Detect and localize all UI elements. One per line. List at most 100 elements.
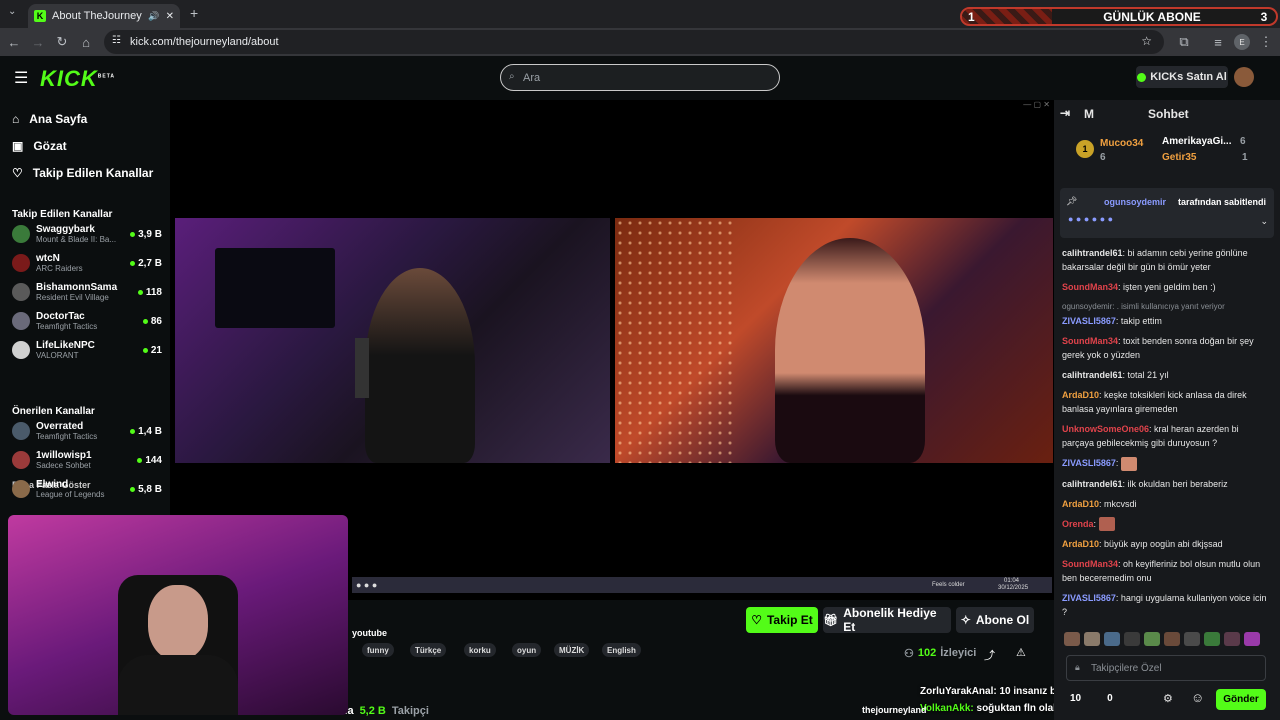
home-browser-icon[interactable]: ⌂ <box>78 34 94 50</box>
chat-username[interactable]: SoundMan34 <box>1062 559 1118 569</box>
chat-mode[interactable]: M <box>1084 107 1094 121</box>
leader-1-name[interactable]: Mucoo34 <box>1100 138 1143 149</box>
chat-username[interactable]: ArdaD10 <box>1062 539 1099 549</box>
chat-username[interactable]: Orenda <box>1062 519 1094 529</box>
channel-item[interactable]: 1willowisp1 Sadece Sohbet 144 <box>12 446 162 474</box>
stream-tag[interactable]: korku <box>464 643 496 657</box>
chat-message[interactable]: calihtrandel61: bi adamın cebi yerine gö… <box>1062 246 1272 274</box>
channel-item[interactable]: DoctorTac Teamfight Tactics 86 <box>12 307 162 335</box>
quick-emote[interactable] <box>1244 632 1260 646</box>
nav-following[interactable]: ♡ Takip Edilen Kanallar <box>12 166 153 180</box>
chat-username[interactable]: ArdaD10 <box>1062 390 1099 400</box>
channel-item[interactable]: LifeLikeNPC VALORANT 21 <box>12 336 162 364</box>
send-button[interactable]: Gönder <box>1216 689 1266 710</box>
search-input[interactable]: ⌕ Ara <box>500 64 780 91</box>
share-icon[interactable]: ⤴ <box>984 647 995 663</box>
quick-emote[interactable] <box>1084 632 1100 646</box>
tab-close-icon[interactable]: ✕ <box>166 11 174 22</box>
chat-message[interactable]: SoundMan34: oh keyifleriniz bol olsun mu… <box>1062 557 1272 585</box>
profile-avatar-icon[interactable]: E <box>1234 34 1250 50</box>
chat-message[interactable]: calihtrandel61: ilk okuldan beri beraber… <box>1062 477 1272 491</box>
chat-message[interactable]: UnknowSomeOne06: kral heran azerden bi p… <box>1062 422 1272 450</box>
chat-username[interactable]: calihtrandel61 <box>1062 370 1123 380</box>
stream-tag[interactable]: oyun <box>512 643 542 657</box>
chat-message[interactable]: ArdaD10: keşke toksikleri kick anlasa da… <box>1062 388 1272 416</box>
chat-username[interactable]: ZIVASLI5867 <box>1062 593 1116 603</box>
quick-emote[interactable] <box>1224 632 1240 646</box>
site-info-icon[interactable]: ☷ <box>112 35 121 46</box>
leader-2-name[interactable]: AmerikayaGi... <box>1162 136 1231 147</box>
media-icon[interactable]: ≡ <box>1210 34 1226 50</box>
leader-3-name[interactable]: Getir35 <box>1162 152 1196 163</box>
channel-item[interactable]: Overrated Teamfight Tactics 1,4 B <box>12 417 162 445</box>
chat-message[interactable]: ZIVASLI5867: hangi uygulama kullaniyon v… <box>1062 591 1272 619</box>
hamburger-menu-icon[interactable]: ☰ <box>14 68 28 88</box>
chat-username[interactable]: SoundMan34 <box>1062 282 1118 292</box>
chat-username[interactable]: calihtrandel61 <box>1062 248 1123 258</box>
chat-username[interactable]: calihtrandel61 <box>1062 479 1123 489</box>
quick-emote[interactable] <box>1144 632 1160 646</box>
chat-username[interactable]: UnknowSomeOne06 <box>1062 424 1149 434</box>
chat-message[interactable]: SoundMan34: işten yeni geldim ben :) <box>1062 280 1272 294</box>
browser-menu-icon[interactable]: ⋮ <box>1258 34 1274 50</box>
browser-tab[interactable]: K About TheJourneyLand - W 🔊 ✕ <box>28 4 180 28</box>
url-field[interactable]: ☷ kick.com/thejourneyland/about ☆ <box>104 30 1164 54</box>
extensions-icon[interactable]: ⧉ <box>1176 34 1192 50</box>
chat-message[interactable]: Orenda: <box>1062 517 1272 532</box>
channel-item[interactable]: Elwind League of Legends 5,8 B <box>12 475 162 503</box>
emote-picker-icon[interactable]: ☺ <box>1191 690 1204 705</box>
channel-item[interactable]: BishamonnSama Resident Evil Village 118 <box>12 278 162 306</box>
user-avatar[interactable] <box>1234 67 1254 87</box>
quick-emote[interactable] <box>1104 632 1120 646</box>
nav-browse[interactable]: ▣ Gözat <box>12 139 67 153</box>
gift-sub-button[interactable]: 🎁︎ Abonelik Hediye Et <box>823 606 951 634</box>
url-text: kick.com/thejourneyland/about <box>130 36 279 48</box>
report-warning-icon[interactable]: ⚠ <box>1016 646 1026 659</box>
tab-list-chevron-icon[interactable]: ⌄ <box>8 6 16 17</box>
buy-kicks-button[interactable]: KICKs Satın Al <box>1136 66 1228 88</box>
stream-cam-left <box>175 218 610 463</box>
reload-icon[interactable]: ↻ <box>54 34 70 50</box>
stream-tag[interactable]: MÜZİK <box>554 643 590 657</box>
quick-emote[interactable] <box>1164 632 1180 646</box>
chat-username[interactable]: ZIVASLI5867 <box>1062 316 1116 326</box>
new-tab-plus-icon[interactable]: + <box>190 5 198 21</box>
chat-settings-gear-icon[interactable]: ⚙ <box>1163 692 1173 705</box>
pinned-message[interactable]: 📌︎ ogunsoydemir tarafından sabitlendi ● … <box>1060 188 1274 238</box>
tab-audio-icon[interactable]: 🔊 <box>148 11 159 22</box>
stream-tag[interactable]: Türkçe <box>410 643 447 657</box>
chat-username[interactable]: ArdaD10 <box>1062 499 1099 509</box>
channel-item[interactable]: wtcN ARC Raiders 2,7 B <box>12 249 162 277</box>
chat-username[interactable]: ZIVASLI5867 <box>1062 458 1116 468</box>
sub-goal-label: GÜNLÜK ABONE <box>1103 9 1201 24</box>
chat-username[interactable]: SoundMan34 <box>1062 336 1118 346</box>
chat-message[interactable]: calihtrandel61: total 21 yıl <box>1062 368 1272 382</box>
chat-emote <box>1098 517 1115 532</box>
chat-message[interactable]: ZIVASLI5867: <box>1062 456 1272 471</box>
forward-arrow-icon[interactable]: → <box>30 34 46 50</box>
follow-button[interactable]: ♡ Takip Et <box>746 607 818 633</box>
quick-emote[interactable] <box>1184 632 1200 646</box>
chat-message[interactable]: SoundMan34: toxit benden sonra doğan bir… <box>1062 334 1272 362</box>
points-balance[interactable]: 0 <box>1107 693 1113 704</box>
quick-emote[interactable] <box>1064 632 1080 646</box>
stream-tag[interactable]: funny <box>362 643 394 657</box>
nav-home[interactable]: ⌂ Ana Sayfa <box>12 112 87 126</box>
quick-emote[interactable] <box>1204 632 1220 646</box>
quick-emote[interactable] <box>1124 632 1140 646</box>
stream-category[interactable]: youtube <box>352 628 387 638</box>
chat-message[interactable]: ZIVASLI5867: takip ettim <box>1062 314 1272 328</box>
expand-chevron-icon[interactable]: ⌄ <box>1260 216 1268 227</box>
subscribe-button[interactable]: ✧ Abone Ol <box>956 607 1034 633</box>
collapse-chat-icon[interactable]: ⇥ <box>1060 106 1070 120</box>
stream-tag[interactable]: English <box>602 643 641 657</box>
chat-title: Sohbet <box>1148 107 1189 121</box>
kick-logo[interactable]: KICKBETA <box>40 66 115 92</box>
channel-item[interactable]: Swaggybark Mount & Blade II: Ba... 3,9 B <box>12 220 162 248</box>
chat-input[interactable]: 🔒︎ Takipçilere Özel <box>1066 655 1266 681</box>
chat-message[interactable]: ArdaD10: büyük ayıp oogün abi dkjşsad <box>1062 537 1272 551</box>
chat-message[interactable]: ArdaD10: mkcvsdi <box>1062 497 1272 511</box>
bookmark-star-icon[interactable]: ☆ <box>1141 34 1152 48</box>
kicks-balance[interactable]: 10 <box>1070 693 1081 704</box>
back-arrow-icon[interactable]: ← <box>6 34 22 50</box>
